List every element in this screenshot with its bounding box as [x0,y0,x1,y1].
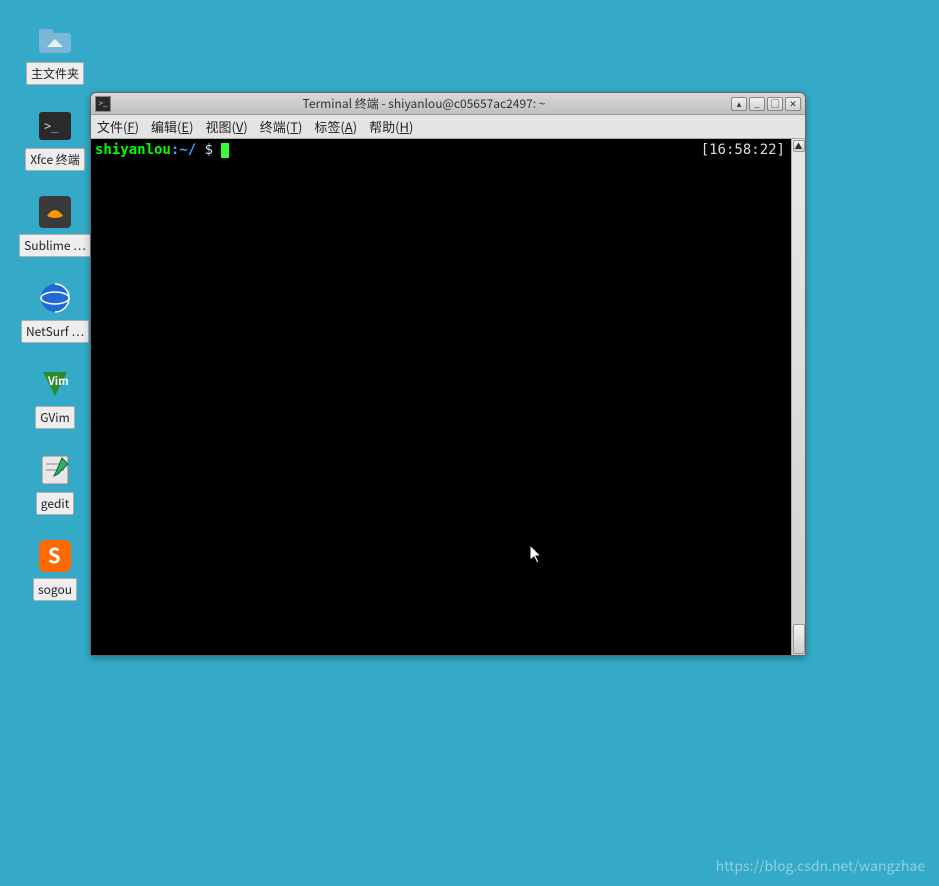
rollup-button[interactable]: ▴ [731,97,747,111]
minimize-button[interactable]: _ [749,97,765,111]
prompt-path: ~/ [179,142,196,158]
svg-text:S: S [48,540,60,569]
terminal-app-icon: >_ [95,96,111,112]
desktop-icon-label: 主文件夹 [26,62,84,85]
scrollbar[interactable]: ▲ [791,139,805,655]
scrollbar-thumb[interactable] [793,624,805,654]
desktop-icon-netsurf[interactable]: NetSurf … [20,280,90,343]
close-button[interactable]: ✕ [785,97,801,111]
menu-t[interactable]: 终端(T) [260,117,303,136]
desktop-icon-sublime[interactable]: Sublime … [20,194,90,257]
desktop-icon-label: NetSurf … [21,320,89,343]
terminal-clock: [16:58:22] [701,141,785,159]
sogou-icon: S [37,538,73,574]
desktop-icon-gvim[interactable]: Vim GVim [20,366,90,429]
window-buttons: ▴ _ □ ✕ [731,97,801,111]
netsurf-icon [37,280,73,316]
desktop-icon-xfce-terminal[interactable]: >_ Xfce 终端 [20,108,90,171]
desktop-icon-home-folder[interactable]: 主文件夹 [20,22,90,85]
prompt-user: shiyanlou [95,142,171,158]
scrollbar-up-arrow[interactable]: ▲ [793,140,805,152]
menu-e[interactable]: 编辑(E) [151,117,193,136]
menu-f[interactable]: 文件(F) [97,117,139,136]
desktop-icon-label: sogou [33,578,77,601]
svg-text:Vim: Vim [47,373,69,389]
desktop-icon-label: gedit [36,492,75,515]
menu-h[interactable]: 帮助(H) [369,117,413,136]
home-folder-icon [37,22,73,58]
sublime-icon [37,194,73,230]
titlebar[interactable]: >_ Terminal 终端 - shiyanlou@c05657ac2497:… [91,93,805,115]
terminal-output[interactable]: shiyanlou:~/ $ [16:58:22] [91,139,791,655]
menu-a[interactable]: 标签(A) [314,117,357,136]
desktop-icon-label: Sublime … [19,234,91,257]
menu-v[interactable]: 视图(V) [205,117,247,136]
watermark-text: https://blog.csdn.net/wangzhae [716,856,925,876]
svg-text:>_: >_ [44,119,59,133]
xfce-terminal-icon: >_ [37,108,73,144]
terminal-cursor [221,143,229,158]
gvim-icon: Vim [37,366,73,402]
gedit-icon [37,452,73,488]
window-title: Terminal 终端 - shiyanlou@c05657ac2497: ~ [117,95,731,112]
desktop-icon-sogou[interactable]: Ssogou [20,538,90,601]
desktop-icon-gedit[interactable]: gedit [20,452,90,515]
desktop-icon-label: Xfce 终端 [25,148,85,171]
terminal-window[interactable]: >_ Terminal 终端 - shiyanlou@c05657ac2497:… [90,92,806,656]
menubar: 文件(F) 编辑(E) 视图(V) 终端(T) 标签(A) 帮助(H) [91,115,805,139]
maximize-button[interactable]: □ [767,97,783,111]
prompt-symbol: $ [205,142,213,158]
desktop-icon-label: GVim [35,406,74,429]
